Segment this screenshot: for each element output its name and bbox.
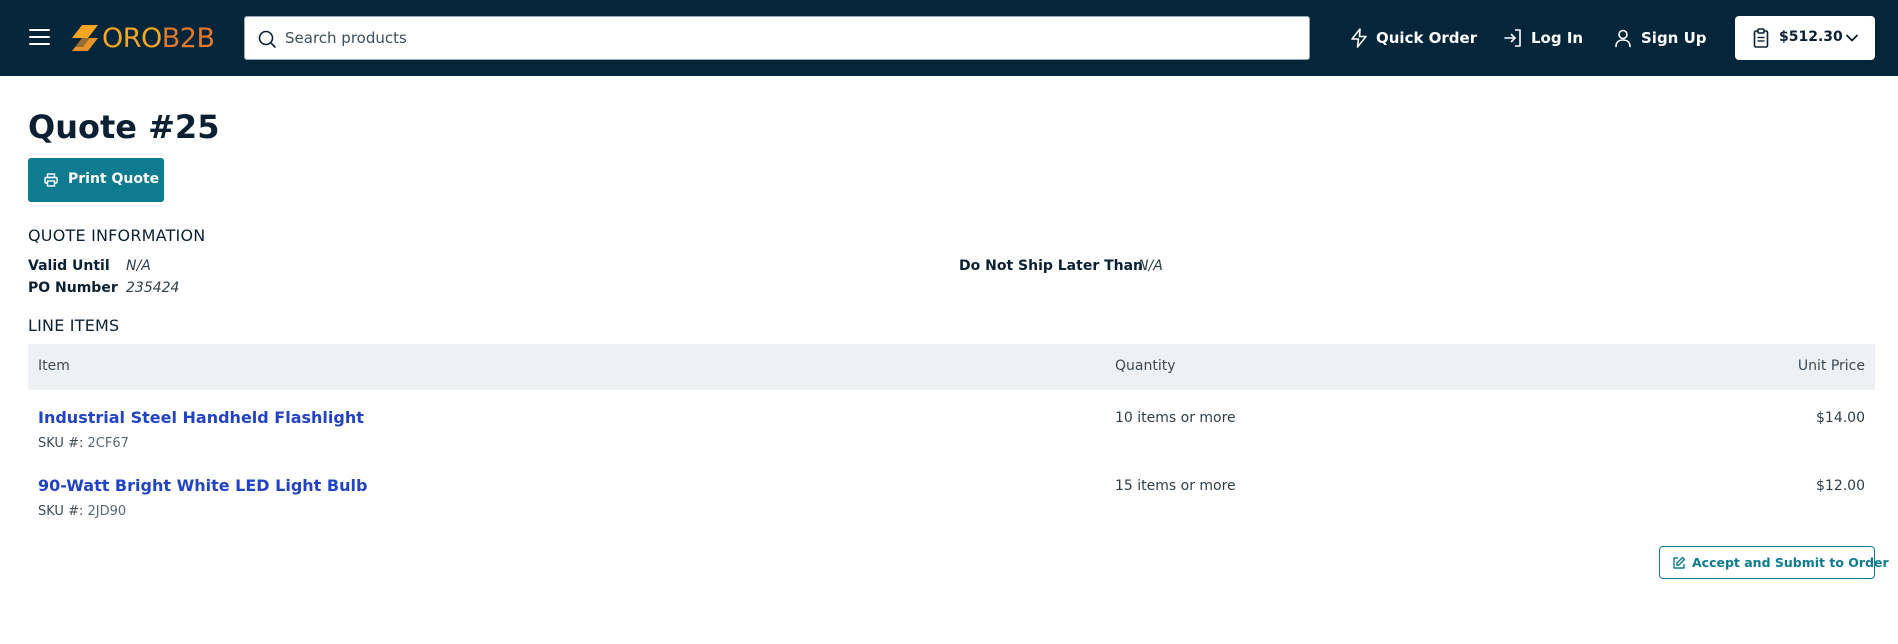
quick-order-label: Quick Order <box>1376 29 1478 47</box>
hamburger-line <box>29 29 50 31</box>
hamburger-line <box>29 43 50 45</box>
hamburger-line <box>29 36 50 38</box>
product-quantity: 15 items or more <box>1115 478 1236 494</box>
product-link[interactable]: Industrial Steel Handheld Flashlight <box>38 408 364 427</box>
edit-icon <box>1673 556 1686 569</box>
print-quote-button[interactable]: Print Quote <box>28 158 164 202</box>
login-icon <box>1504 29 1521 47</box>
quick-order-link[interactable]: Quick Order <box>1350 26 1477 50</box>
search-input[interactable] <box>285 17 1295 59</box>
line-items-heading: LINE ITEMS <box>28 316 120 335</box>
line-items-table-header: Item Quantity Unit Price <box>28 344 1875 390</box>
accept-and-submit-button[interactable]: Accept and Submit to Order <box>1659 546 1889 579</box>
po-number-label: PO Number <box>28 280 118 296</box>
user-icon <box>1615 29 1631 48</box>
sku-value: 2CF67 <box>87 436 129 451</box>
shopping-list-cart-button[interactable]: $512.30 <box>1735 16 1875 60</box>
po-number-value: 235424 <box>126 280 180 296</box>
product-sku: SKU #: 2JD90 <box>38 504 126 519</box>
cart-amount: $512.30 <box>1779 29 1843 45</box>
quote-information-heading: QUOTE INFORMATION <box>28 226 206 245</box>
printer-icon <box>44 173 58 187</box>
accept-and-submit-label: Accept and Submit to Order <box>1692 555 1889 570</box>
hamburger-menu-icon[interactable] <box>29 28 50 46</box>
logo-mark-icon <box>72 25 98 51</box>
logo-text-b2b: B2B <box>161 22 215 54</box>
logo-text-oro: ORO <box>102 22 162 54</box>
sign-up-link[interactable]: Sign Up <box>1613 26 1707 50</box>
log-in-link[interactable]: Log In <box>1503 26 1583 50</box>
table-row: Industrial Steel Handheld Flashlight SKU… <box>28 400 1875 468</box>
column-header-unit-price: Unit Price <box>1797 358 1865 374</box>
clipboard-icon <box>1753 28 1769 48</box>
search-bar <box>244 16 1310 60</box>
product-sku: SKU #: 2CF67 <box>38 436 129 451</box>
product-unit-price: $12.00 <box>1816 478 1865 494</box>
sku-value: 2JD90 <box>87 504 127 519</box>
sku-label: SKU #: <box>38 436 84 451</box>
chevron-down-icon <box>1846 34 1858 42</box>
sign-up-label: Sign Up <box>1641 29 1707 47</box>
orob2b-logo[interactable]: OROB2B <box>70 21 215 55</box>
print-quote-label: Print Quote <box>68 171 160 187</box>
logo-text: OROB2B <box>102 25 215 52</box>
column-header-item: Item <box>38 358 70 374</box>
do-not-ship-later-than-label: Do Not Ship Later Than <box>959 258 1144 274</box>
page-title: Quote #25 <box>28 108 220 146</box>
log-in-label: Log In <box>1531 29 1584 47</box>
valid-until-label: Valid Until <box>28 258 110 274</box>
product-link[interactable]: 90-Watt Bright White LED Light Bulb <box>38 476 367 495</box>
sku-label: SKU #: <box>38 504 84 519</box>
table-row: 90-Watt Bright White LED Light Bulb SKU … <box>28 468 1875 536</box>
do-not-ship-later-than-value: N/A <box>1138 258 1163 274</box>
lightning-icon <box>1351 28 1367 48</box>
product-quantity: 10 items or more <box>1115 410 1236 426</box>
column-header-quantity: Quantity <box>1115 358 1176 374</box>
product-unit-price: $14.00 <box>1816 410 1865 426</box>
valid-until-value: N/A <box>126 258 151 274</box>
top-header: OROB2B Quick Order Log In Sign Up <box>0 0 1898 76</box>
search-icon <box>258 30 276 48</box>
